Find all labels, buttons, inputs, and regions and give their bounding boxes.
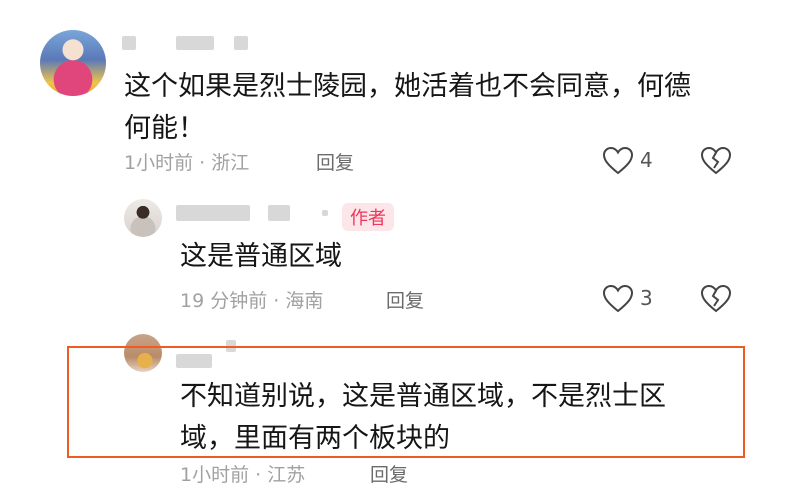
username-blurred[interactable] — [322, 210, 328, 216]
like-count: 4 — [640, 148, 653, 172]
username-blurred[interactable] — [234, 36, 248, 50]
comment-text: 这是普通区域 — [180, 241, 342, 272]
author-tag: 作者 — [342, 203, 394, 231]
username-blurred[interactable] — [122, 36, 136, 50]
comment-meta: 1小时前 · 浙江 — [124, 152, 250, 174]
heart-outline-icon[interactable] — [602, 284, 634, 314]
username-blurred[interactable] — [176, 36, 214, 50]
broken-heart-icon[interactable] — [700, 146, 732, 176]
reply-button[interactable]: 回复 — [316, 148, 354, 175]
username-blurred[interactable] — [176, 205, 250, 221]
avatar[interactable] — [40, 30, 106, 96]
broken-heart-icon[interactable] — [700, 284, 732, 314]
like-count: 3 — [640, 286, 653, 310]
reply-button[interactable]: 回复 — [370, 460, 408, 487]
reply-button[interactable]: 回复 — [386, 286, 424, 313]
heart-outline-icon[interactable] — [602, 146, 634, 176]
avatar[interactable] — [124, 199, 162, 237]
comment-text: 这个如果是烈士陵园，她活着也不会同意，何德 何能！ — [124, 71, 691, 144]
fade-overlay — [580, 458, 750, 466]
highlight-box — [67, 346, 745, 458]
comment-meta: 19 分钟前 · 海南 — [180, 290, 324, 312]
username-blurred[interactable] — [268, 205, 290, 221]
comment-meta: 1小时前 · 江苏 — [180, 464, 306, 486]
